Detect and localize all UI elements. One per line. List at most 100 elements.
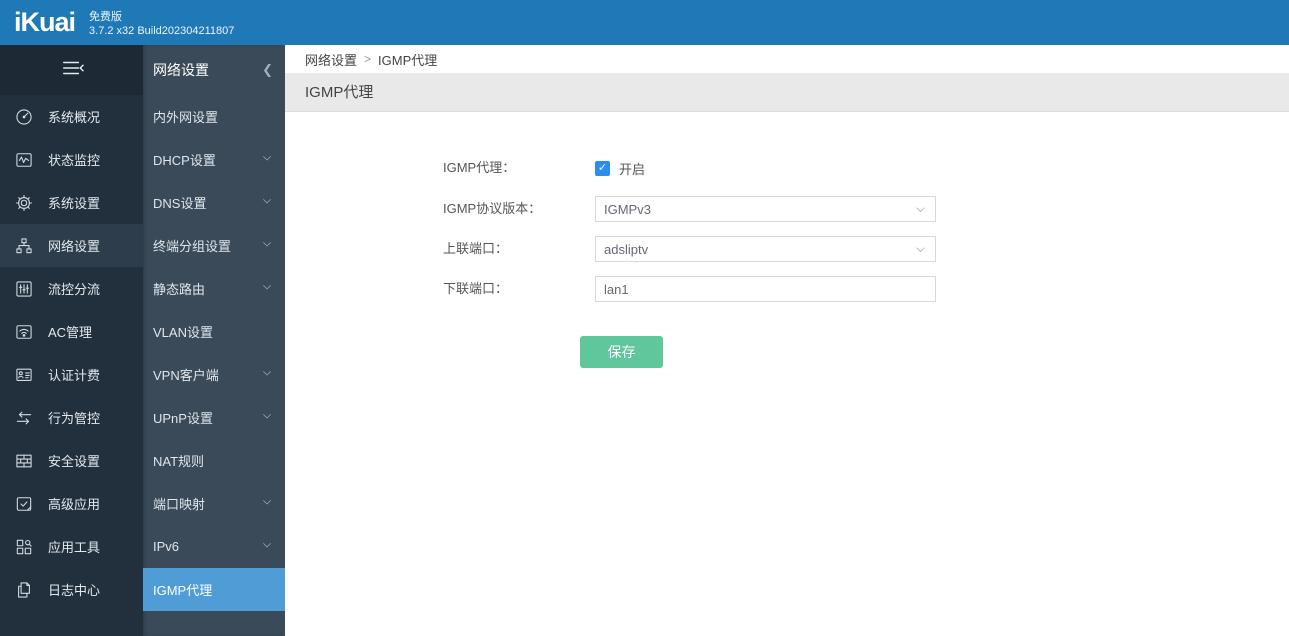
- sidebar-item-label: 状态监控: [48, 153, 101, 168]
- submenu-title: 网络设置: [153, 62, 209, 78]
- chevron-down-icon: [261, 538, 273, 556]
- sidebar-item-flow-control[interactable]: 流控分流: [0, 267, 143, 310]
- sliders-icon: [14, 279, 34, 299]
- gear-icon: [14, 193, 34, 213]
- sidebar-item-label: 系统设置: [48, 196, 101, 211]
- uplink-port-select[interactable]: adsliptv: [595, 236, 936, 262]
- top-bar: iKuai 免费版 3.7.2 x32 Build202304211807: [0, 0, 1289, 45]
- sidebar-item-log-center[interactable]: 日志中心: [0, 568, 143, 611]
- submenu-item-label: IGMP代理: [153, 583, 213, 598]
- submenu-item-label: UPnP设置: [153, 411, 213, 426]
- sidebar-item-label: 认证计费: [48, 368, 101, 383]
- page-title: IGMP代理: [285, 73, 1289, 112]
- chevron-down-icon: [261, 366, 273, 384]
- form-area: IGMP代理： ✓ 开启 IGMP协议版本： IGMPv3 上联端口： adsl…: [285, 112, 1289, 636]
- uplink-port-label: 上联端口：: [443, 241, 509, 256]
- sidebar-item-label: 行为管控: [48, 411, 101, 426]
- chevron-down-icon: [261, 409, 273, 427]
- submenu-item-label: VLAN设置: [153, 325, 213, 340]
- hamburger-icon: [57, 57, 87, 84]
- downlink-port-label: 下联端口：: [443, 281, 509, 296]
- submenu-item-label: IPv6: [153, 539, 180, 554]
- sidebar-item-label: 应用工具: [48, 540, 101, 555]
- id-card-icon: [14, 365, 34, 385]
- submenu-item-ipv6[interactable]: IPv6: [143, 525, 285, 568]
- submenu-item-label: DNS设置: [153, 196, 207, 211]
- submenu-item-label: 内外网设置: [153, 110, 219, 125]
- submenu-item-igmp-proxy[interactable]: IGMP代理: [143, 568, 285, 611]
- submenu-item-vpn-client[interactable]: VPN客户端: [143, 353, 285, 396]
- sidebar-item-label: 网络设置: [48, 239, 101, 254]
- submenu-item-label: NAT规则: [153, 454, 205, 469]
- submenu-header-network-settings[interactable]: 网络设置 ❮: [143, 45, 285, 95]
- main-content: 网络设置 > IGMP代理 IGMP代理 IGMP代理： ✓ 开启 IGMP协议…: [285, 45, 1289, 636]
- breadcrumb-parent[interactable]: 网络设置: [305, 50, 357, 69]
- sidebar-item-label: 日志中心: [48, 583, 101, 598]
- igmp-proxy-label: IGMP代理：: [443, 160, 516, 175]
- submenu-item-vlan[interactable]: VLAN设置: [143, 310, 285, 353]
- submenu-item-label: 静态路由: [153, 282, 206, 297]
- submenu-item-label: 端口映射: [153, 497, 206, 512]
- chevron-down-icon: [261, 237, 273, 255]
- ikuai-logo: iKuai: [14, 7, 76, 37]
- sidebar-item-label: 高级应用: [48, 497, 101, 512]
- submenu-item-upnp[interactable]: UPnP设置: [143, 396, 285, 439]
- submenu-item-wan-lan-settings[interactable]: 内外网设置: [143, 95, 285, 138]
- submenu-item-port-mapping[interactable]: 端口映射: [143, 482, 285, 525]
- chevron-left-icon: ❮: [262, 62, 273, 77]
- sidebar-item-ac-management[interactable]: AC管理: [0, 310, 143, 353]
- save-button[interactable]: 保存: [580, 336, 663, 368]
- submenu-item-dhcp[interactable]: DHCP设置: [143, 138, 285, 181]
- submenu-item-terminal-group[interactable]: 终端分组设置: [143, 224, 285, 267]
- sidebar-item-security-settings[interactable]: 安全设置: [0, 439, 143, 482]
- igmp-version-label: IGMP协议版本：: [443, 201, 542, 216]
- chevron-down-icon: [916, 246, 925, 252]
- network-icon: [14, 236, 34, 256]
- sidebar-item-app-tools[interactable]: 应用工具: [0, 525, 143, 568]
- edition-label: 免费版: [89, 10, 123, 23]
- sidebar-collapse-button[interactable]: [0, 45, 143, 95]
- sidebar-item-label: AC管理: [48, 325, 93, 340]
- chevron-down-icon: [261, 280, 273, 298]
- wifi-icon: [14, 322, 34, 342]
- igmp-enable-checkbox[interactable]: ✓: [595, 160, 610, 176]
- sidebar-item-auth-billing[interactable]: 认证计费: [0, 353, 143, 396]
- sidebar-item-status-monitor[interactable]: 状态监控: [0, 138, 143, 181]
- sidebar-item-label: 流控分流: [48, 282, 101, 297]
- sidebar-item-behavior-control[interactable]: 行为管控: [0, 396, 143, 439]
- grid-wrench-icon: [14, 537, 34, 557]
- uplink-port-value: adsliptv: [604, 241, 649, 257]
- submenu-item-label: DHCP设置: [153, 153, 216, 168]
- chevron-down-icon: [916, 206, 925, 212]
- breadcrumb-separator: >: [364, 52, 372, 66]
- igmp-version-value: IGMPv3: [604, 201, 651, 217]
- sidebar-item-label: 系统概况: [48, 110, 101, 125]
- chevron-down-icon: [261, 151, 273, 169]
- chevron-down-icon: [261, 194, 273, 212]
- submenu-item-label: 终端分组设置: [153, 239, 232, 254]
- breadcrumb-current: IGMP代理: [378, 52, 438, 68]
- monitor-icon: [14, 150, 34, 170]
- brick-wall-icon: [14, 451, 34, 471]
- breadcrumb: 网络设置 > IGMP代理: [285, 45, 1289, 73]
- main-sidebar: 系统概况 状态监控 系统设置 网络设置 流控分流 AC管理 认证计费 行为管控 …: [0, 45, 143, 636]
- submenu-item-label: VPN客户端: [153, 368, 219, 383]
- documents-icon: [14, 580, 34, 600]
- submenu-item-nat-rules[interactable]: NAT规则: [143, 439, 285, 482]
- downlink-port-input[interactable]: [595, 276, 936, 302]
- sidebar-item-network-settings[interactable]: 网络设置: [0, 224, 143, 267]
- gauge-icon: [14, 107, 34, 127]
- window-check-icon: [14, 494, 34, 514]
- chevron-down-icon: [261, 495, 273, 513]
- sidebar-item-label: 安全设置: [48, 454, 101, 469]
- submenu-item-dns[interactable]: DNS设置: [143, 181, 285, 224]
- submenu-item-static-route[interactable]: 静态路由: [143, 267, 285, 310]
- submenu-panel: 网络设置 ❮ 内外网设置 DHCP设置 DNS设置 终端分组设置 静态路由 VL…: [143, 45, 285, 636]
- swap-arrows-icon: [14, 408, 34, 428]
- sidebar-item-advanced-apps[interactable]: 高级应用: [0, 482, 143, 525]
- version-block: 免费版 3.7.2 x32 Build202304211807: [89, 8, 234, 38]
- build-version: 3.7.2 x32 Build202304211807: [89, 24, 235, 37]
- sidebar-item-system-settings[interactable]: 系统设置: [0, 181, 143, 224]
- sidebar-item-system-overview[interactable]: 系统概况: [0, 95, 143, 138]
- igmp-version-select[interactable]: IGMPv3: [595, 196, 936, 222]
